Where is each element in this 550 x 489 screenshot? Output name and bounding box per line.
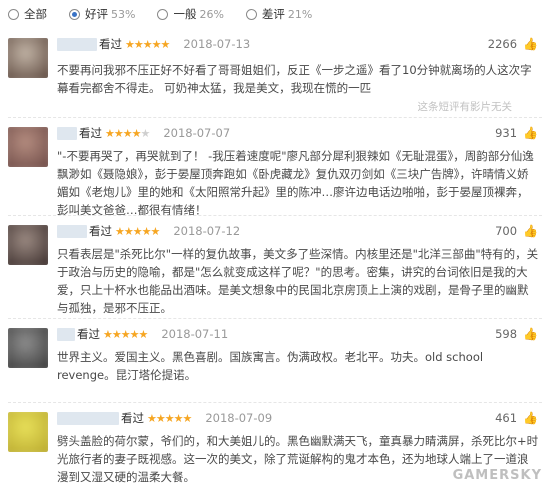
username-redacted[interactable] xyxy=(57,411,119,425)
useful-votes[interactable]: 700 👍 xyxy=(495,224,538,238)
filter-radio[interactable] xyxy=(245,8,257,20)
star-rating-icon: ★★★★★ xyxy=(105,126,150,140)
avatar[interactable] xyxy=(8,412,48,452)
useful-votes[interactable]: 2266 👍 xyxy=(488,37,538,51)
watermark: GAMERSKY xyxy=(452,468,542,483)
filter-0[interactable]: 全部 xyxy=(8,6,47,22)
comment-meta: 看过 ★★★★★ 2018-07-12 xyxy=(57,223,240,239)
rating-label: 看过 xyxy=(121,411,144,425)
username-redacted[interactable] xyxy=(57,224,87,238)
star-rating-icon: ★★★★★ xyxy=(103,327,148,341)
comment-meta: 看过 ★★★★★ 2018-07-11 xyxy=(57,326,228,342)
thumbs-up-icon[interactable]: 👍 xyxy=(523,224,538,238)
star-rating-icon: ★★★★★ xyxy=(115,224,160,238)
comment-date: 2018-07-12 xyxy=(173,224,241,238)
avatar[interactable] xyxy=(8,328,48,368)
avatar[interactable] xyxy=(8,225,48,265)
comment-divider xyxy=(8,318,542,319)
username-redacted[interactable] xyxy=(57,327,75,341)
vote-count: 461 xyxy=(495,411,518,425)
vote-count: 2266 xyxy=(487,37,518,51)
rating-filter-bar: 全部 好评 53% 一般 26% 差评 21% xyxy=(0,0,550,28)
filter-label: 全部 xyxy=(24,7,47,21)
thumbs-up-icon[interactable]: 👍 xyxy=(523,37,538,51)
comment-text: 只看表层是"杀死比尔"一样的复仇故事，美文多了些深情。内核里还是"北洋三部曲"特… xyxy=(57,247,539,315)
report-hint[interactable]: 这条短评有影片无关 xyxy=(418,99,513,114)
rating-label: 看过 xyxy=(77,327,100,341)
username-redacted[interactable] xyxy=(57,126,77,140)
useful-votes[interactable]: 461 👍 xyxy=(495,411,538,425)
thumbs-up-icon[interactable]: 👍 xyxy=(523,327,538,341)
useful-votes[interactable]: 931 👍 xyxy=(495,126,538,140)
vote-count: 700 xyxy=(495,224,518,238)
filter-radio[interactable] xyxy=(8,8,19,20)
avatar[interactable] xyxy=(8,38,48,78)
avatar[interactable] xyxy=(8,127,48,167)
filter-label: 一般 xyxy=(173,7,197,21)
filter-percent: 26% xyxy=(199,7,224,21)
filter-3[interactable]: 差评 21% xyxy=(245,6,313,22)
useful-votes[interactable]: 598 👍 xyxy=(495,327,538,341)
comment-meta: 看过 ★★★★★ 2018-07-13 xyxy=(57,36,250,52)
filter-label: 好评 xyxy=(85,7,108,21)
comment-date: 2018-07-07 xyxy=(163,126,231,140)
comment-text: "-不要再哭了，再哭就到了！ -我压着速度呢"廖凡部分犀利狠辣如《无耻混蛋》，周… xyxy=(57,149,534,217)
rating-label: 看过 xyxy=(79,126,102,140)
filter-radio[interactable] xyxy=(69,8,80,20)
vote-count: 598 xyxy=(495,327,518,341)
comment-divider xyxy=(8,402,542,403)
comment-date: 2018-07-13 xyxy=(183,37,251,51)
comment-divider xyxy=(8,215,542,216)
username-redacted[interactable] xyxy=(57,37,97,51)
star-rating-icon: ★★★★★ xyxy=(147,411,192,425)
comment-date: 2018-07-09 xyxy=(205,411,273,425)
rating-label: 看过 xyxy=(89,224,112,238)
filter-2[interactable]: 一般 26% xyxy=(157,6,224,22)
filter-1[interactable]: 好评 53% xyxy=(69,6,135,22)
comment-meta: 看过 ★★★★★ 2018-07-09 xyxy=(57,410,272,426)
comment-text: 不要再问我邪不压正好不好看了哥哥姐姐们，反正《一步之遥》看了10分钟就离场的人这… xyxy=(57,63,532,95)
comment-date: 2018-07-11 xyxy=(161,327,229,341)
comment-divider xyxy=(8,117,542,118)
star-rating-icon: ★★★★★ xyxy=(125,37,170,51)
filter-percent: 53% xyxy=(111,7,136,21)
comment-meta: 看过 ★★★★★ 2018-07-07 xyxy=(57,125,230,141)
filter-percent: 21% xyxy=(287,7,313,21)
thumbs-up-icon[interactable]: 👍 xyxy=(523,411,538,425)
thumbs-up-icon[interactable]: 👍 xyxy=(523,126,538,140)
filter-label: 差评 xyxy=(261,7,285,21)
comment-text: 世界主义。爱国主义。黑色喜剧。国族寓言。伪满政权。老北平。功夫。old scho… xyxy=(57,350,484,382)
vote-count: 931 xyxy=(495,126,518,140)
filter-radio[interactable] xyxy=(157,8,169,20)
rating-label: 看过 xyxy=(99,37,122,51)
